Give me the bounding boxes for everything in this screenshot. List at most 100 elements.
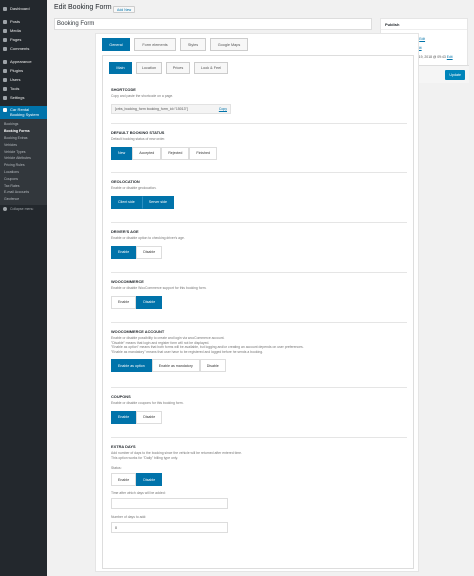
geolocation-section: GEOLOCATION Enable or disable geolocatio… bbox=[111, 179, 407, 209]
plug-icon bbox=[3, 68, 7, 73]
submenu-item-geofence[interactable]: Geofence bbox=[0, 196, 47, 203]
post-title-input[interactable]: Booking Form bbox=[54, 18, 372, 30]
days-input[interactable]: 0 bbox=[111, 522, 228, 534]
submenu-item-vehicle-attributes[interactable]: Vehicle Attributes bbox=[0, 155, 47, 162]
section-description: "Enable as mandatory" means that user ha… bbox=[111, 349, 264, 354]
geolocation-button-group: Client side Server side bbox=[111, 195, 407, 209]
woocommerce-account-button-group: Enable as option Enable as mandatory Dis… bbox=[111, 359, 407, 373]
days-label: Number of days to add: bbox=[111, 515, 147, 520]
menu-item-users[interactable]: Users bbox=[0, 75, 47, 84]
enable-button[interactable]: Enable bbox=[111, 245, 137, 259]
submenu-item-vehicles[interactable]: Vehicles bbox=[0, 141, 47, 148]
tab-main[interactable]: Main bbox=[109, 62, 132, 74]
woocommerce-section: WOOCOMMERCE Enable or disable WooCommerc… bbox=[111, 279, 407, 309]
disable-button[interactable]: Disable bbox=[136, 410, 163, 424]
tab-styles[interactable]: Styles bbox=[180, 38, 206, 51]
submenu: Bookings Booking Forms Booking Extras Ve… bbox=[0, 119, 47, 205]
tab-google-maps[interactable]: Google Maps bbox=[210, 38, 248, 51]
admin-menu: Dashboard Posts Media Pages Comments App… bbox=[0, 0, 47, 576]
disable-button[interactable]: Disable bbox=[136, 245, 163, 259]
enable-button[interactable]: Enable bbox=[111, 295, 137, 309]
submenu-item-booking-forms[interactable]: Booking Forms bbox=[0, 128, 47, 135]
wrench-icon bbox=[3, 86, 7, 91]
copy-shortcode-link[interactable]: Copy bbox=[219, 107, 227, 111]
page-icon bbox=[3, 37, 7, 42]
tab-look-feel[interactable]: Look & Feel bbox=[194, 62, 228, 74]
collapse-icon bbox=[3, 207, 7, 212]
section-title: DEFAULT BOOKING STATUS bbox=[111, 130, 165, 135]
submenu-item-tax-rates[interactable]: Tax Rates bbox=[0, 182, 47, 189]
dashboard-icon bbox=[3, 6, 7, 11]
enable-as-option-button[interactable]: Enable as option bbox=[111, 359, 152, 373]
extra-days-section: EXTRA DAYS Add number of days to the boo… bbox=[111, 444, 407, 534]
edit-status-link[interactable]: Edit bbox=[419, 37, 425, 41]
section-description: This option works for "Daily" billing ty… bbox=[111, 455, 178, 460]
shortcode-text: [crbs_booking_form booking_form_id="1501… bbox=[115, 106, 188, 111]
tab-prices[interactable]: Prices bbox=[166, 62, 190, 74]
submenu-item-locations[interactable]: Locations bbox=[0, 169, 47, 176]
enable-as-mandatory-button[interactable]: Enable as mandatory bbox=[151, 359, 200, 373]
booking-form-panel: General Form elements Styles Google Maps… bbox=[95, 33, 419, 572]
enable-button[interactable]: Enable bbox=[111, 473, 137, 487]
section-title: WOOCOMMERCE ACCOUNT bbox=[111, 329, 165, 334]
submenu-item-coupons[interactable]: Coupons bbox=[0, 175, 47, 182]
disable-button[interactable]: Disable bbox=[199, 359, 226, 373]
status-finished-button[interactable]: Finished bbox=[189, 146, 217, 160]
brush-icon bbox=[3, 59, 7, 64]
drivers-age-button-group: Enable Disable bbox=[111, 245, 407, 259]
comment-icon bbox=[3, 46, 7, 51]
tab-location[interactable]: Location bbox=[136, 62, 162, 74]
page-title: Edit Booking Form bbox=[54, 4, 112, 11]
divider bbox=[111, 123, 407, 124]
menu-item-tools[interactable]: Tools bbox=[0, 84, 47, 93]
status-label: Status: bbox=[111, 466, 122, 471]
tab-general[interactable]: General bbox=[102, 38, 130, 51]
user-icon bbox=[3, 77, 7, 82]
update-button[interactable]: Update bbox=[445, 70, 465, 80]
section-description: Enable or disable WooCommerce support fo… bbox=[111, 286, 207, 290]
menu-item-plugins[interactable]: Plugins bbox=[0, 66, 47, 75]
enable-button[interactable]: Enable bbox=[111, 410, 137, 424]
menu-item-car-rental[interactable]: Car Rental Booking System bbox=[0, 106, 47, 119]
menu-item-dashboard[interactable]: Dashboard bbox=[0, 4, 47, 13]
tab-form-elements[interactable]: Form elements bbox=[134, 38, 176, 51]
collapse-menu-button[interactable]: Collapse menu bbox=[0, 205, 47, 214]
submenu-item-bookings[interactable]: Bookings bbox=[0, 121, 47, 128]
default-status-section: DEFAULT BOOKING STATUS Default booking s… bbox=[111, 130, 407, 160]
divider bbox=[111, 322, 407, 323]
menu-item-posts[interactable]: Posts bbox=[0, 17, 47, 26]
menu-item-settings[interactable]: Settings bbox=[0, 93, 47, 102]
status-new-button[interactable]: New bbox=[111, 146, 133, 160]
submenu-item-booking-extras[interactable]: Booking Extras bbox=[0, 135, 47, 142]
menu-item-comments[interactable]: Comments bbox=[0, 44, 47, 53]
section-description: Enable or disable option to checking dri… bbox=[111, 236, 185, 240]
section-description: Enable or disable geolocation. bbox=[111, 186, 157, 190]
shortcode-section: SHORTCODE Copy and paste the shortcode o… bbox=[111, 87, 407, 114]
section-description: Default booking status of new order. bbox=[111, 137, 166, 141]
status-accepted-button[interactable]: Accepted bbox=[132, 146, 162, 160]
time-input[interactable] bbox=[111, 498, 228, 510]
section-title: EXTRA DAYS bbox=[111, 444, 136, 449]
pin-icon bbox=[3, 19, 7, 24]
shortcode-box: [crbs_booking_form booking_form_id="1501… bbox=[111, 103, 231, 114]
edit-date-link[interactable]: Edit bbox=[447, 55, 453, 59]
server-side-button[interactable]: Server side bbox=[141, 195, 174, 209]
disable-button[interactable]: Disable bbox=[136, 295, 163, 309]
add-new-button[interactable]: Add New bbox=[113, 6, 136, 13]
general-tab-content: Main Location Prices Look & Feel SHORTCO… bbox=[102, 55, 414, 569]
menu-item-pages[interactable]: Pages bbox=[0, 35, 47, 44]
client-side-button[interactable]: Client side bbox=[111, 195, 142, 209]
menu-item-appearance[interactable]: Appearance bbox=[0, 57, 47, 66]
menu-item-media[interactable]: Media bbox=[0, 26, 47, 35]
main-tabs: General Form elements Styles Google Maps bbox=[102, 38, 252, 51]
media-icon bbox=[3, 28, 7, 33]
submenu-item-email-accounts[interactable]: E-mail Accounts bbox=[0, 189, 47, 196]
section-title: WOOCOMMERCE bbox=[111, 279, 144, 284]
divider bbox=[111, 272, 407, 273]
woocommerce-button-group: Enable Disable bbox=[111, 295, 407, 309]
divider bbox=[111, 172, 407, 173]
submenu-item-pricing-rules[interactable]: Pricing Rules bbox=[0, 162, 47, 169]
status-rejected-button[interactable]: Rejected bbox=[161, 146, 190, 160]
submenu-item-vehicle-types[interactable]: Vehicle Types bbox=[0, 148, 47, 155]
disable-button[interactable]: Disable bbox=[136, 473, 163, 487]
